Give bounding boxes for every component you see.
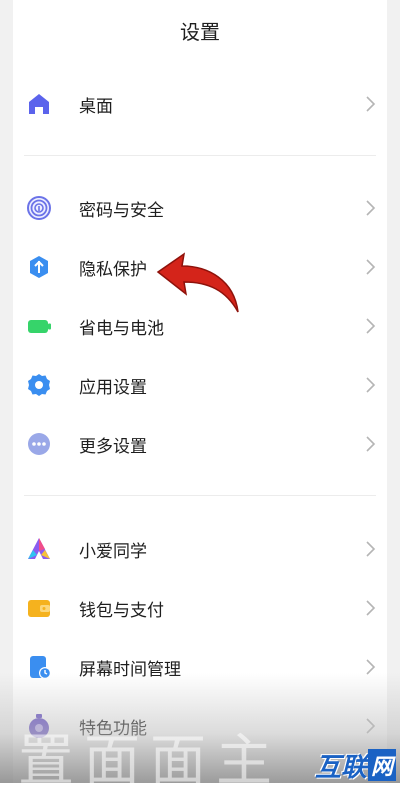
chevron-right-icon <box>366 259 376 275</box>
home-icon <box>29 94 49 114</box>
battery-icon <box>28 320 51 333</box>
settings-item-app-settings[interactable]: 应用设置 <box>13 356 387 414</box>
chevron-right-icon <box>366 377 376 393</box>
wallet-icon <box>28 600 50 617</box>
settings-item-screen-time[interactable]: 屏幕时间管理 <box>13 638 387 696</box>
settings-item-label: 桌面 <box>79 97 113 117</box>
chevron-right-icon <box>366 436 376 452</box>
settings-item-label: 特色功能 <box>79 719 147 739</box>
chevron-right-icon <box>366 718 376 734</box>
settings-item-label: 更多设置 <box>79 437 147 457</box>
settings-item-label: 小爱同学 <box>79 542 147 562</box>
section-divider <box>24 495 376 496</box>
fingerprint-icon <box>27 196 51 220</box>
settings-item-password-security[interactable]: 密码与安全 <box>13 179 387 237</box>
privacy-shield-icon <box>30 256 48 278</box>
settings-item-wallet[interactable]: 钱包与支付 <box>13 579 387 637</box>
settings-item-desktop[interactable]: 桌面 <box>13 75 387 133</box>
settings-item-xiaoai[interactable]: 小爱同学 <box>13 520 387 578</box>
chevron-right-icon <box>366 200 376 216</box>
settings-item-label: 隐私保护 <box>79 260 147 280</box>
settings-item-label: 钱包与支付 <box>79 601 164 621</box>
chevron-right-icon <box>366 600 376 616</box>
screen-time-icon <box>30 656 51 679</box>
chevron-right-icon <box>366 659 376 675</box>
chevron-right-icon <box>366 96 376 112</box>
page-title: 设置 <box>180 20 220 44</box>
watermark-box-text: 网 <box>367 749 396 781</box>
gear-icon <box>28 374 50 396</box>
features-icon <box>29 714 49 738</box>
left-edge <box>0 0 13 783</box>
watermark-logo: 互联 网 <box>314 749 396 783</box>
xiaoai-icon <box>28 538 50 559</box>
settings-item-label: 屏幕时间管理 <box>79 660 181 680</box>
chevron-right-icon <box>366 541 376 557</box>
settings-item-more-settings[interactable]: 更多设置 <box>13 415 387 473</box>
settings-item-label: 密码与安全 <box>79 201 164 221</box>
chevron-right-icon <box>366 318 376 334</box>
right-edge <box>387 0 400 783</box>
more-dots-icon <box>28 433 50 455</box>
section-divider <box>24 155 376 156</box>
annotation-arrow-icon <box>156 252 239 313</box>
watermark-text: 互联 <box>314 752 367 783</box>
settings-item-label: 应用设置 <box>79 378 147 398</box>
